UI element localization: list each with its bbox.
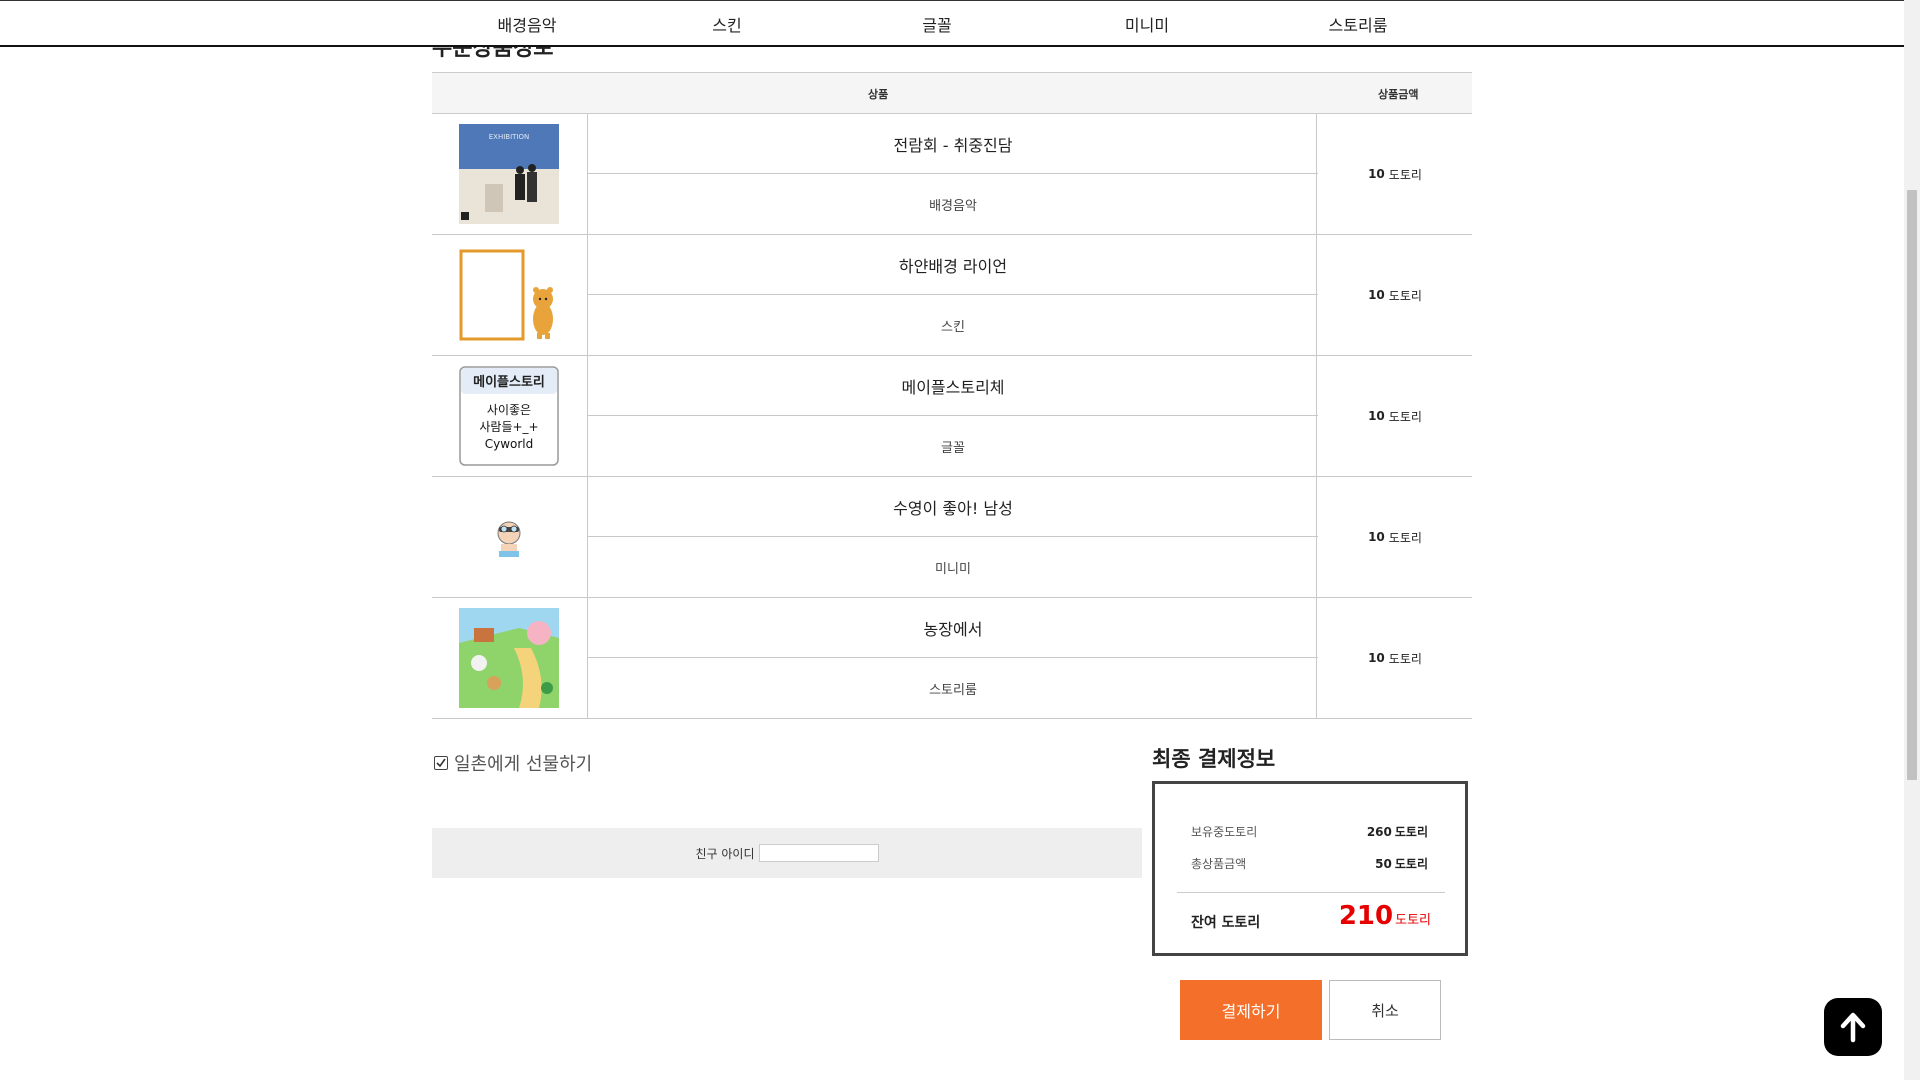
owned-label: 보유중도토리 bbox=[1191, 825, 1258, 839]
divider bbox=[1177, 892, 1445, 893]
check-icon bbox=[436, 758, 446, 768]
product-category: 스토리룸 bbox=[587, 658, 1318, 718]
price-value: 10 bbox=[1368, 409, 1385, 423]
total-amount-row: 총상품금액 50 도토리 bbox=[1191, 855, 1431, 872]
final-payment-title: 최종 결제정보 bbox=[1152, 747, 1276, 771]
remain-unit: 도토리 bbox=[1395, 913, 1431, 928]
price-value: 10 bbox=[1368, 288, 1385, 302]
product-name: 하얀배경 라이언 bbox=[587, 235, 1318, 295]
product-price: 10 도토리 bbox=[1316, 235, 1473, 355]
price-unit: 도토리 bbox=[1388, 167, 1422, 182]
remain-value: 210 bbox=[1338, 901, 1394, 931]
price-value: 10 bbox=[1368, 651, 1385, 665]
total-value: 50 bbox=[1375, 857, 1392, 871]
total-unit: 도토리 bbox=[1394, 857, 1428, 871]
total-label: 총상품금액 bbox=[1191, 857, 1247, 871]
remain-label: 잔여 도토리 bbox=[1191, 915, 1261, 931]
product-price: 10 도토리 bbox=[1316, 598, 1473, 718]
price-unit: 도토리 bbox=[1388, 651, 1422, 666]
friend-id-input[interactable] bbox=[758, 844, 879, 862]
price-unit: 도토리 bbox=[1388, 288, 1422, 303]
nav-item-storyroom[interactable]: 스토리룸 bbox=[1329, 12, 1388, 36]
price-unit: 도토리 bbox=[1388, 530, 1422, 545]
table-row: 하얀배경 라이언 스킨 10 도토리 bbox=[432, 235, 1472, 356]
product-name: 메이플스토리체 bbox=[587, 356, 1318, 416]
nav-item-bgm[interactable]: 배경음악 bbox=[498, 12, 557, 36]
owned-dotori-row: 보유중도토리 260 도토리 bbox=[1191, 823, 1431, 840]
scrollbar-thumb[interactable] bbox=[1907, 190, 1917, 780]
order-product-table: 상품 상품금액 EXHIBITION 전람회 - 취중진담 배경음악 10 도토리 bbox=[432, 72, 1472, 719]
page-scrollbar[interactable] bbox=[1904, 0, 1920, 1080]
product-category: 미니미 bbox=[587, 537, 1318, 597]
album-cover-title: EXHIBITION bbox=[489, 133, 530, 141]
product-category: 스킨 bbox=[587, 295, 1318, 355]
table-row: 수영이 좋아! 남성 미니미 10 도토리 bbox=[432, 477, 1472, 598]
font-preview-title: 메이플스토리 bbox=[473, 374, 545, 390]
owned-unit: 도토리 bbox=[1394, 825, 1428, 839]
gift-checkbox[interactable] bbox=[434, 756, 448, 770]
table-row: 농장에서 스토리룸 10 도토리 bbox=[432, 598, 1472, 719]
font-preview-line2: 사람들+_+ bbox=[479, 420, 538, 434]
product-name: 농장에서 bbox=[587, 598, 1318, 658]
final-payment-box: 보유중도토리 260 도토리 총상품금액 50 도토리 잔여 도토리 210 도토리 bbox=[1152, 781, 1468, 956]
arrow-up-icon bbox=[1840, 1012, 1866, 1043]
gift-label: 일촌에게 선물하기 bbox=[454, 754, 593, 775]
pay-button[interactable]: 결제하기 bbox=[1180, 980, 1322, 1040]
font-preview-line3: Cyworld bbox=[485, 437, 534, 451]
nav-item-minimi[interactable]: 미니미 bbox=[1125, 12, 1169, 36]
table-header: 상품 상품금액 bbox=[432, 72, 1472, 114]
product-name: 수영이 좋아! 남성 bbox=[587, 477, 1318, 537]
friend-id-bar: 친구 아이디 bbox=[432, 828, 1142, 878]
price-value: 10 bbox=[1368, 530, 1385, 544]
scroll-to-top-button[interactable] bbox=[1824, 998, 1882, 1056]
table-row: EXHIBITION 전람회 - 취중진담 배경음악 10 도토리 bbox=[432, 114, 1472, 235]
font-preview-line1: 사이좋은 bbox=[487, 403, 531, 417]
gift-option[interactable]: 일촌에게 선물하기 bbox=[434, 750, 592, 776]
product-name: 전람회 - 취중진담 bbox=[587, 114, 1318, 174]
owned-value: 260 bbox=[1366, 825, 1392, 839]
album-cover-icon: EXHIBITION bbox=[459, 124, 559, 224]
table-row: 메이플스토리 사이좋은 사람들+_+ Cyworld 메이플스토리체 글꼴 10… bbox=[432, 356, 1472, 477]
cancel-button[interactable]: 취소 bbox=[1329, 980, 1441, 1040]
product-price: 10 도토리 bbox=[1316, 477, 1473, 597]
storyroom-farm-icon bbox=[459, 608, 559, 708]
top-navigation: 배경음악 스킨 글꼴 미니미 스토리룸 bbox=[0, 0, 1904, 47]
price-value: 10 bbox=[1368, 167, 1385, 181]
font-preview-icon: 메이플스토리 사이좋은 사람들+_+ Cyworld bbox=[459, 366, 559, 466]
product-price: 10 도토리 bbox=[1316, 356, 1473, 476]
product-price: 10 도토리 bbox=[1316, 114, 1473, 234]
skin-preview-icon bbox=[459, 245, 559, 345]
price-unit: 도토리 bbox=[1388, 409, 1422, 424]
product-category: 배경음악 bbox=[587, 174, 1318, 234]
product-category: 글꼴 bbox=[587, 416, 1318, 476]
header-product: 상품 bbox=[868, 88, 889, 101]
remain-dotori: 210 도토리 bbox=[1339, 901, 1431, 931]
nav-item-font[interactable]: 글꼴 bbox=[922, 12, 951, 36]
friend-id-label: 친구 아이디 bbox=[695, 846, 755, 861]
minimi-character-icon bbox=[459, 487, 559, 587]
header-price: 상품금액 bbox=[1378, 88, 1419, 101]
nav-item-skin[interactable]: 스킨 bbox=[712, 12, 741, 36]
